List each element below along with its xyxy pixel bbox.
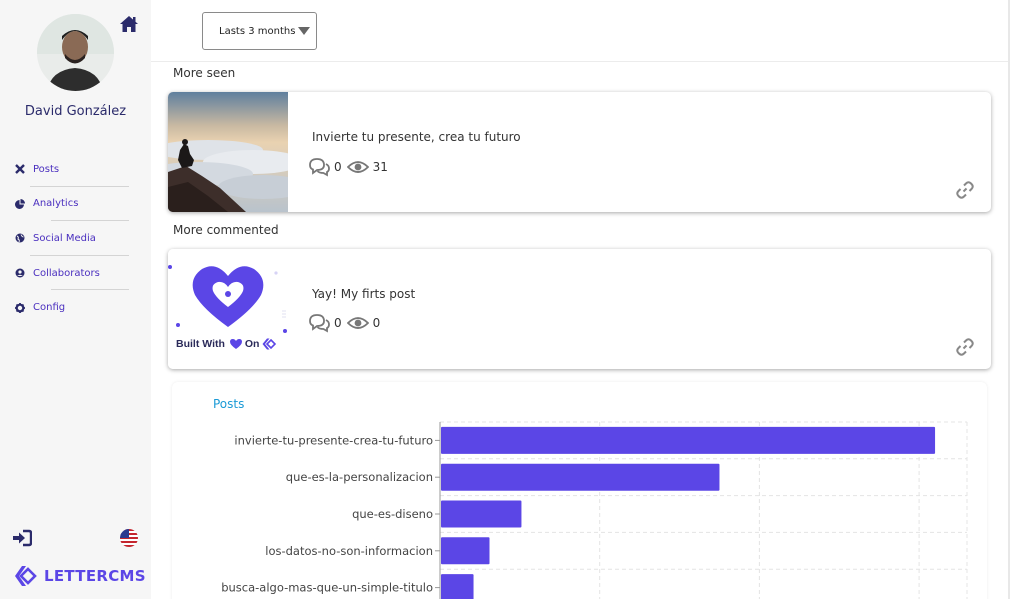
link-icon[interactable] (955, 180, 975, 200)
post-thumbnail (168, 92, 288, 212)
post-thumbnail: Built With On (168, 249, 288, 369)
avatar[interactable] (37, 14, 114, 91)
lettercms-logo-icon (262, 338, 277, 350)
pie-chart-icon (14, 198, 25, 209)
bar (441, 463, 720, 491)
sidebar-item-social-media[interactable]: Social Media (0, 221, 151, 256)
period-select-value: Lasts 3 months (219, 25, 296, 37)
views-count: 0 (372, 316, 381, 330)
post-title[interactable]: Yay! My firts post (312, 287, 415, 301)
post-stats: 0 0 (308, 313, 385, 333)
y-tick-label: busca-algo-mas-que-un-simple-titulo (221, 581, 433, 595)
user-name: David González (24, 104, 127, 119)
bar (441, 426, 936, 454)
section-title-more-seen: More seen (173, 66, 236, 80)
brand-name: LETTERCMS (44, 567, 146, 585)
built-with-label: Built With On (176, 338, 278, 350)
logout-icon[interactable] (12, 529, 32, 547)
built-with-text: Built With (176, 338, 225, 350)
sidebar-item-posts[interactable]: Posts (0, 152, 151, 187)
chevron-down-icon (298, 27, 310, 35)
bar (441, 500, 522, 528)
post-card-more-commented[interactable]: Built With On Yay! My firts post 0 0 (168, 249, 991, 369)
y-tick-label: invierte-tu-presente-crea-tu-futuro (234, 433, 433, 447)
link-icon[interactable] (955, 337, 975, 357)
sidebar-item-label: Config (33, 302, 66, 314)
period-select[interactable]: Lasts 3 months (202, 12, 317, 50)
user-circle-icon (14, 268, 25, 279)
us-flag-icon[interactable] (120, 529, 138, 547)
avatar-image (37, 14, 114, 91)
views-count: 31 (372, 160, 388, 174)
gear-icon (14, 302, 25, 313)
comments-count: 0 (334, 316, 342, 330)
sidebar-item-label: Social Media (33, 232, 96, 244)
bar (441, 574, 474, 599)
heart-icon (229, 339, 242, 349)
post-stats: 0 31 (308, 157, 393, 177)
post-title[interactable]: Invierte tu presente, crea tu futuro (312, 130, 521, 144)
y-tick-label: que-es-diseno (352, 507, 433, 521)
top-bar: Lasts 3 months (151, 0, 1008, 62)
bar (441, 537, 490, 565)
sidebar-item-analytics[interactable]: Analytics (0, 187, 151, 222)
comments-icon (309, 314, 330, 333)
comments-count: 0 (334, 160, 342, 174)
sidebar-item-label: Analytics (33, 198, 79, 210)
sidebar-nav: Posts Analytics Social Media Collaborato… (0, 152, 151, 325)
sidebar-item-config[interactable]: Config (0, 290, 151, 325)
posts-bar-chart: invierte-tu-presente-crea-tu-futuro que-e… (221, 421, 968, 599)
brand-logo[interactable]: LETTERCMS (14, 565, 146, 587)
lettercms-logo-icon (15, 566, 37, 586)
home-icon[interactable] (119, 15, 139, 33)
comments-icon (309, 158, 330, 177)
sidebar-item-collaborators[interactable]: Collaborators (0, 256, 151, 291)
sidebar: David González Posts Analytics Social Me… (0, 0, 151, 599)
globe-icon (14, 233, 25, 244)
views-icon (346, 161, 369, 173)
close-x-icon (14, 164, 25, 175)
y-tick-label: que-es-la-personalizacion (286, 470, 433, 484)
views-icon (346, 317, 369, 329)
section-title-more-commented: More commented (173, 223, 279, 237)
y-tick-label: los-datos-no-son-informacion (265, 544, 433, 558)
sidebar-item-label: Collaborators (33, 267, 100, 279)
sidebar-item-label: Posts (33, 163, 60, 175)
post-card-more-seen[interactable]: Invierte tu presente, crea tu futuro 0 3… (168, 92, 991, 212)
